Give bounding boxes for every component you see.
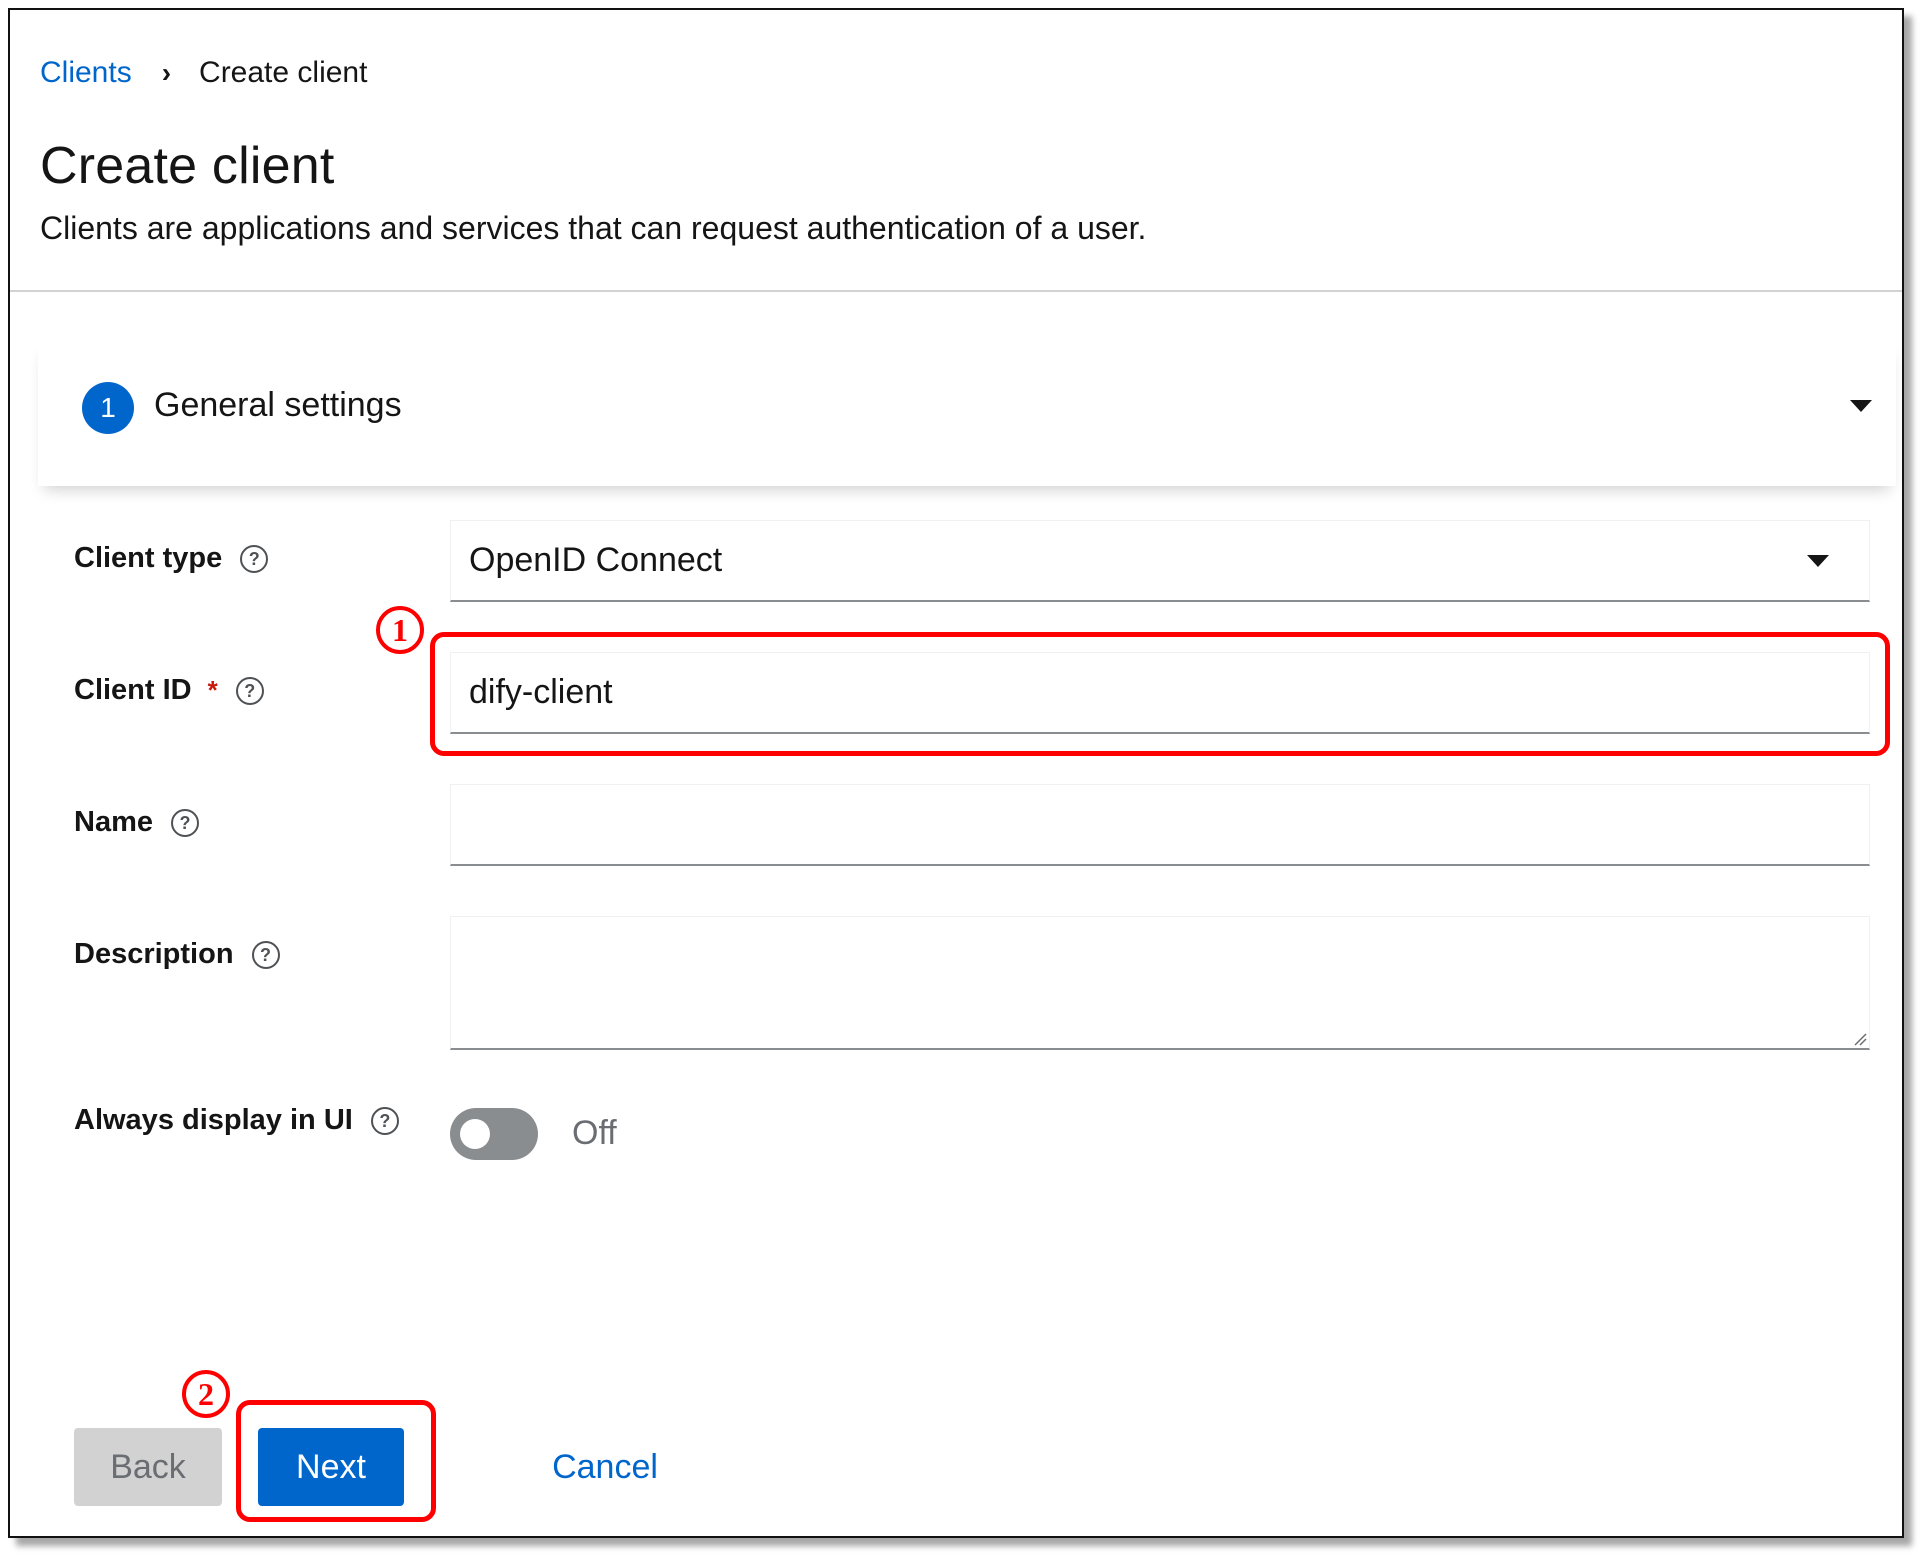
always-display-label: Always display in UI ? [74, 1104, 399, 1137]
resize-handle-icon[interactable] [1851, 1030, 1867, 1046]
annotation-number-2: 2 [182, 1370, 230, 1418]
name-input[interactable] [450, 784, 1870, 866]
caret-down-icon [1850, 400, 1872, 412]
cancel-button[interactable]: Cancel [530, 1428, 680, 1506]
breadcrumb-link-clients[interactable]: Clients [40, 56, 132, 90]
breadcrumb-current: Create client [199, 56, 368, 89]
toggle-knob [460, 1119, 490, 1149]
description-label: Description ? [74, 938, 280, 971]
description-textarea[interactable] [450, 916, 1870, 1050]
help-icon[interactable]: ? [171, 808, 199, 837]
name-label: Name ? [74, 806, 199, 839]
breadcrumb: Clients › Create client [40, 56, 367, 90]
help-icon[interactable]: ? [235, 676, 264, 705]
annotation-box-client-id [430, 632, 1890, 756]
client-id-label-text: Client ID [74, 674, 192, 706]
step-title: General settings [154, 386, 402, 424]
annotation-number-1: 1 [376, 606, 424, 654]
client-id-label: Client ID * ? [74, 674, 264, 707]
always-display-state: Off [572, 1114, 617, 1152]
help-icon[interactable]: ? [370, 1106, 399, 1135]
page-description: Clients are applications and services th… [40, 210, 1147, 246]
client-type-value: OpenID Connect [469, 541, 723, 579]
annotation-box-next [236, 1400, 436, 1522]
wizard-step-header: 1 General settings [38, 340, 1896, 486]
name-label-text: Name [74, 806, 153, 838]
help-icon[interactable]: ? [240, 544, 269, 573]
client-type-label: Client type ? [74, 542, 269, 575]
always-display-label-text: Always display in UI [74, 1104, 353, 1136]
description-label-text: Description [74, 938, 234, 970]
step-toggle-button[interactable] [1850, 400, 1872, 412]
client-type-select[interactable]: OpenID Connect [450, 520, 1870, 602]
required-indicator: * [207, 675, 218, 705]
page-title: Create client [40, 137, 335, 195]
back-button[interactable]: Back [74, 1428, 222, 1506]
step-number-badge: 1 [82, 382, 134, 434]
header-divider [10, 290, 1902, 292]
chevron-right-icon: › [161, 57, 172, 88]
page-frame: Clients › Create client Create client Cl… [8, 8, 1904, 1538]
client-type-label-text: Client type [74, 542, 223, 574]
caret-down-icon [1807, 555, 1829, 567]
help-icon[interactable]: ? [251, 940, 280, 969]
always-display-toggle[interactable] [450, 1108, 538, 1160]
